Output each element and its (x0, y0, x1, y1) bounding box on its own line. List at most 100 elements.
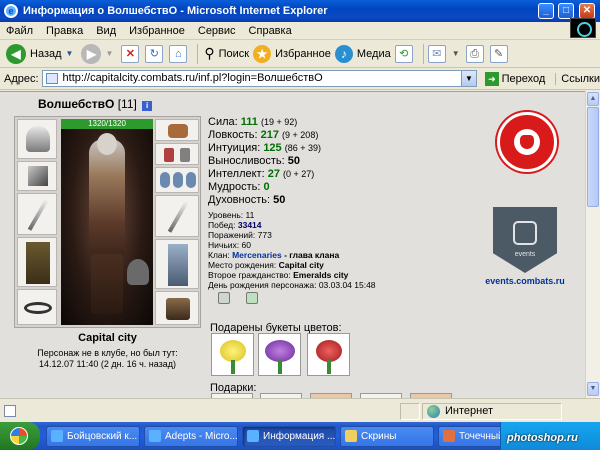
globe-icon (427, 405, 440, 418)
badge-icon[interactable] (246, 292, 258, 304)
armor-icon (26, 242, 50, 284)
earrings-slot[interactable] (155, 119, 199, 141)
go-button[interactable]: Переход (502, 73, 546, 85)
forward-arrow-icon[interactable]: ▶ (81, 43, 102, 64)
boots-slot[interactable] (155, 291, 199, 325)
stat-spirituality: Духовность: 50 (208, 194, 286, 206)
helmet-slot[interactable] (17, 119, 57, 159)
stop-icon[interactable]: ✕ (121, 44, 140, 63)
events-emblem[interactable]: events (493, 207, 557, 273)
stem-icon (278, 360, 282, 374)
menu-tools[interactable]: Сервис (198, 25, 236, 37)
links-button[interactable]: Ссылки (555, 72, 600, 85)
folder-icon (345, 430, 357, 442)
clan-link[interactable]: Mercenaries (232, 250, 282, 260)
maximize-button[interactable]: □ (558, 3, 574, 19)
helmet-icon (26, 126, 50, 152)
address-input[interactable]: http://capitalcity.combats.ru/inf.pl?log… (41, 70, 462, 87)
menu-favorites[interactable]: Избранное (129, 25, 185, 37)
armor-slot[interactable] (17, 237, 57, 287)
close-button[interactable]: ✕ (579, 3, 595, 19)
page-content: ВолшебствО [11] i 1320/1320 Capital city… (0, 91, 585, 398)
address-label: Адрес: (4, 72, 39, 85)
right-weapon-slot[interactable] (155, 195, 199, 237)
status-cell (400, 403, 420, 420)
taskbar-item[interactable]: Скрины (340, 426, 434, 447)
ring-icon (164, 148, 174, 162)
flower-bouquet[interactable] (307, 333, 350, 376)
stat-agility: Ловкость: 217 (9 + 208) (208, 129, 319, 141)
go-arrow-icon[interactable]: ➜ (485, 71, 499, 86)
stat-strength: Сила: 111 (19 + 92) (208, 116, 298, 128)
print-icon[interactable]: ⎙ (465, 44, 484, 63)
ring-icon (160, 172, 170, 188)
belt-slot[interactable] (17, 289, 57, 325)
home-icon[interactable]: ⌂ (169, 44, 188, 63)
edit-icon[interactable]: ✎ (489, 44, 508, 63)
mail-icon[interactable]: ✉ (427, 44, 446, 63)
forward-dropdown-icon[interactable]: ▼ (105, 49, 113, 58)
back-arrow-icon[interactable]: ◀ (6, 43, 26, 64)
toolbar: ◀ Назад ▼ ▶ ▼ ✕ ↻ ⌂ ⚲ Поиск ★ Избранное … (0, 40, 600, 68)
earrings-icon (168, 124, 188, 138)
character-name-line: ВолшебствО [11] i (38, 97, 153, 111)
windows-logo-icon (10, 427, 28, 445)
info-level: Уровень: 11 (208, 210, 255, 220)
menu-bar: Файл Правка Вид Избранное Сервис Справка (0, 22, 600, 40)
media-button-label[interactable]: Медиа (357, 48, 391, 60)
media-icon[interactable]: ♪ (334, 44, 353, 63)
history-icon[interactable]: ⟲ (394, 44, 413, 63)
legs-slot[interactable] (155, 239, 199, 289)
window-title: Информация о ВолшебствО - Microsoft Inte… (23, 5, 328, 17)
flower-bouquet[interactable] (211, 333, 254, 376)
taskbar-item[interactable]: Бойцовский к... (46, 426, 140, 447)
warrior-legs (91, 254, 123, 314)
rings-slot[interactable] (155, 167, 199, 193)
start-button[interactable] (0, 422, 40, 450)
info-clan: Клан: Mercenaries - глава клана (208, 250, 340, 260)
amulet-slot[interactable] (155, 143, 199, 165)
events-link[interactable]: events.combats.ru (483, 276, 567, 286)
favorites-button-label[interactable]: Избранное (275, 48, 331, 60)
title-bar: e Информация о ВолшебствО - Microsoft In… (0, 0, 600, 22)
events-emblem-caption: events (514, 251, 536, 258)
security-zone: Интернет (422, 403, 562, 420)
toolbar-separator (197, 43, 199, 64)
hp-bar: 1320/1320 (61, 119, 153, 129)
search-button-label[interactable]: Поиск (219, 48, 249, 60)
equipment-panel: 1320/1320 (14, 116, 201, 328)
bracers-slot[interactable] (17, 161, 57, 191)
address-dropdown-icon[interactable]: ▼ (461, 70, 478, 87)
sword-icon (167, 201, 189, 233)
status-bar: Интернет (0, 398, 600, 422)
left-weapon-slot[interactable] (17, 193, 57, 235)
menu-help[interactable]: Справка (249, 25, 292, 37)
back-dropdown-icon[interactable]: ▼ (66, 49, 74, 58)
menu-view[interactable]: Вид (96, 25, 116, 37)
taskbar-item-active[interactable]: Информация ... (242, 426, 336, 447)
mail-dropdown-icon[interactable]: ▼ (452, 49, 460, 58)
taskbar-item[interactable]: Adepts - Micro... (144, 426, 238, 447)
info-icon[interactable]: i (142, 101, 153, 111)
watermark: photoshop.ru (507, 432, 578, 444)
sword-icon (27, 199, 49, 231)
clan-lion-emblem[interactable] (497, 112, 557, 172)
page-icon (45, 73, 58, 84)
scroll-up-icon[interactable]: ▲ (587, 92, 599, 106)
address-bar: Адрес: http://capitalcity.combats.ru/inf… (0, 68, 600, 90)
back-button-label[interactable]: Назад (30, 48, 62, 60)
scroll-thumb[interactable] (587, 107, 599, 207)
info-draws: Ничьих: 60 (208, 240, 251, 250)
minimize-button[interactable]: _ (538, 3, 554, 19)
favorites-star-icon[interactable]: ★ (253, 44, 272, 63)
badge-icon[interactable] (218, 292, 230, 304)
stat-intellect: Интеллект: 27 (0 + 27) (208, 168, 315, 180)
menu-edit[interactable]: Правка (46, 25, 83, 37)
scroll-down-icon[interactable]: ▼ (587, 382, 599, 396)
menu-file[interactable]: Файл (6, 25, 33, 37)
search-icon[interactable]: ⚲ (204, 45, 214, 62)
red-flowers-icon (316, 340, 342, 362)
vertical-scrollbar[interactable]: ▲ ▼ (585, 91, 600, 398)
refresh-icon[interactable]: ↻ (145, 44, 164, 63)
flower-bouquet[interactable] (258, 333, 301, 376)
